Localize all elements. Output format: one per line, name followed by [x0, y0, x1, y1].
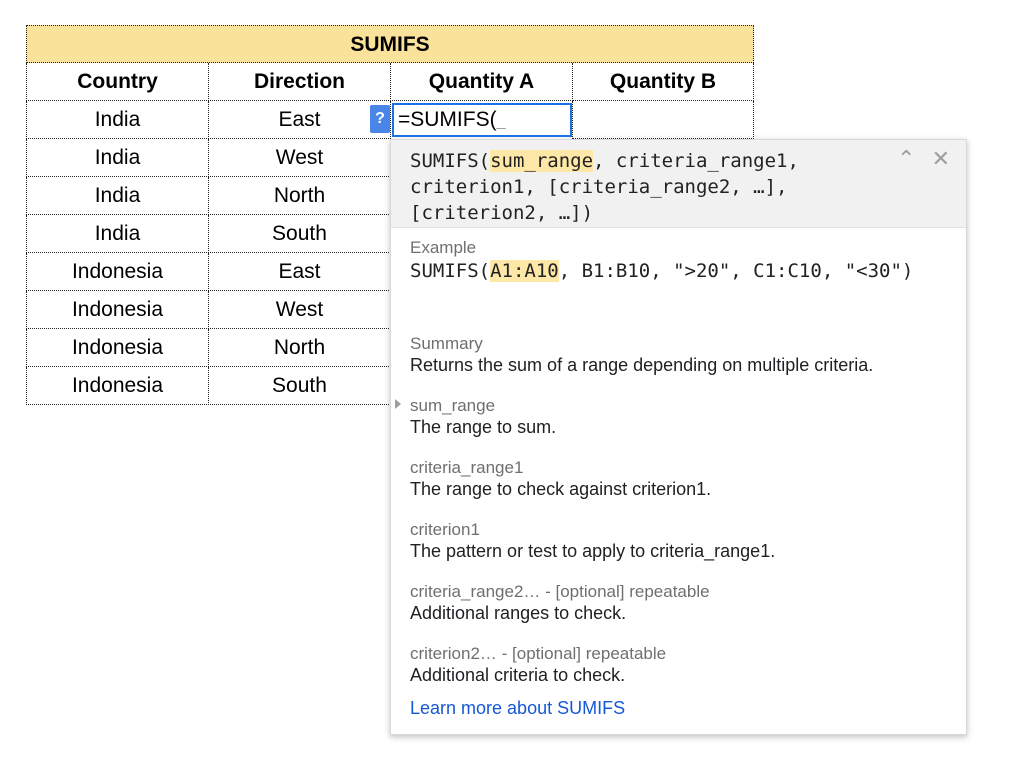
arg-name: sum_range [410, 396, 496, 415]
table-title[interactable]: SUMIFS [26, 25, 754, 63]
direction-cell[interactable]: North [208, 329, 391, 367]
country-cell[interactable]: Indonesia [26, 329, 209, 367]
summary-text: Returns the sum of a range depending on … [410, 355, 874, 375]
header-cell-quantity-a[interactable]: Quantity A [390, 63, 573, 101]
country-cell[interactable]: Indonesia [26, 367, 209, 405]
close-icon[interactable]: ✕ [932, 146, 950, 172]
arg-item: criteria_range2… - [optional] repeatable… [410, 581, 710, 624]
direction-cell[interactable]: West [208, 139, 391, 177]
chevron-up-icon[interactable]: ⌃ [897, 146, 915, 172]
direction-cell[interactable]: South [208, 367, 391, 405]
arg-desc: The pattern or test to apply to criteria… [410, 541, 776, 561]
country-cell[interactable]: Indonesia [26, 253, 209, 291]
arg-item: criterion1 The pattern or test to apply … [410, 519, 775, 562]
signature-active-arg: sum_range [490, 150, 594, 172]
formula-help-popup: SUMIFS(sum_range, criteria_range1, crite… [390, 139, 967, 735]
active-cell-editor[interactable]: =SUMIFS(_ [392, 103, 572, 137]
header-cell-direction[interactable]: Direction [208, 63, 391, 101]
arg-name: criterion1 [410, 520, 480, 539]
popup-controls: ⌃ ✕ [887, 146, 950, 172]
arg-name: criterion2… - [optional] repeatable [410, 644, 667, 663]
text-cursor-icon: _ [496, 113, 506, 130]
arg-item: sum_range The range to sum. [410, 395, 556, 438]
country-cell[interactable]: India [26, 101, 209, 139]
direction-cell[interactable]: East [208, 101, 391, 139]
arg-name: criteria_range1 [410, 458, 524, 477]
quantity-b-cell[interactable] [572, 101, 754, 139]
arg-item: criterion2… - [optional] repeatable Addi… [410, 643, 666, 686]
current-arg-marker-icon [395, 399, 401, 409]
header-cell-country[interactable]: Country [26, 63, 209, 101]
arg-name: criteria_range2… - [optional] repeatable [410, 582, 710, 601]
arg-desc: Additional ranges to check. [410, 603, 627, 623]
arg-item: criteria_range1 The range to check again… [410, 457, 711, 500]
direction-cell[interactable]: East [208, 253, 391, 291]
example-formula: SUMIFS(A1:A10, B1:B10, ">20", C1:C10, "<… [410, 260, 914, 282]
header-cell-quantity-b[interactable]: Quantity B [572, 63, 754, 101]
function-signature-header: SUMIFS(sum_range, criteria_range1, crite… [391, 140, 966, 228]
country-cell[interactable]: Indonesia [26, 291, 209, 329]
function-signature: SUMIFS(sum_range, criteria_range1, crite… [410, 150, 811, 224]
arg-desc: Additional criteria to check. [410, 665, 626, 685]
country-cell[interactable]: India [26, 139, 209, 177]
summary-section: Summary Returns the sum of a range depen… [410, 333, 873, 376]
arg-desc: The range to sum. [410, 417, 557, 437]
country-cell[interactable]: India [26, 215, 209, 253]
example-highlight: A1:A10 [490, 260, 559, 282]
example-section: Example SUMIFS(A1:A10, B1:B10, ">20", C1… [410, 237, 930, 284]
formula-help-button[interactable]: ? [370, 105, 390, 133]
direction-cell[interactable]: North [208, 177, 391, 215]
learn-more-link[interactable]: Learn more about SUMIFS [410, 698, 625, 719]
active-cell-formula[interactable]: =SUMIFS( [398, 108, 497, 131]
arg-desc: The range to check against criterion1. [410, 479, 712, 499]
example-label: Example [410, 238, 477, 257]
country-cell[interactable]: India [26, 177, 209, 215]
direction-cell[interactable]: West [208, 291, 391, 329]
summary-label: Summary [410, 334, 483, 353]
direction-cell[interactable]: South [208, 215, 391, 253]
